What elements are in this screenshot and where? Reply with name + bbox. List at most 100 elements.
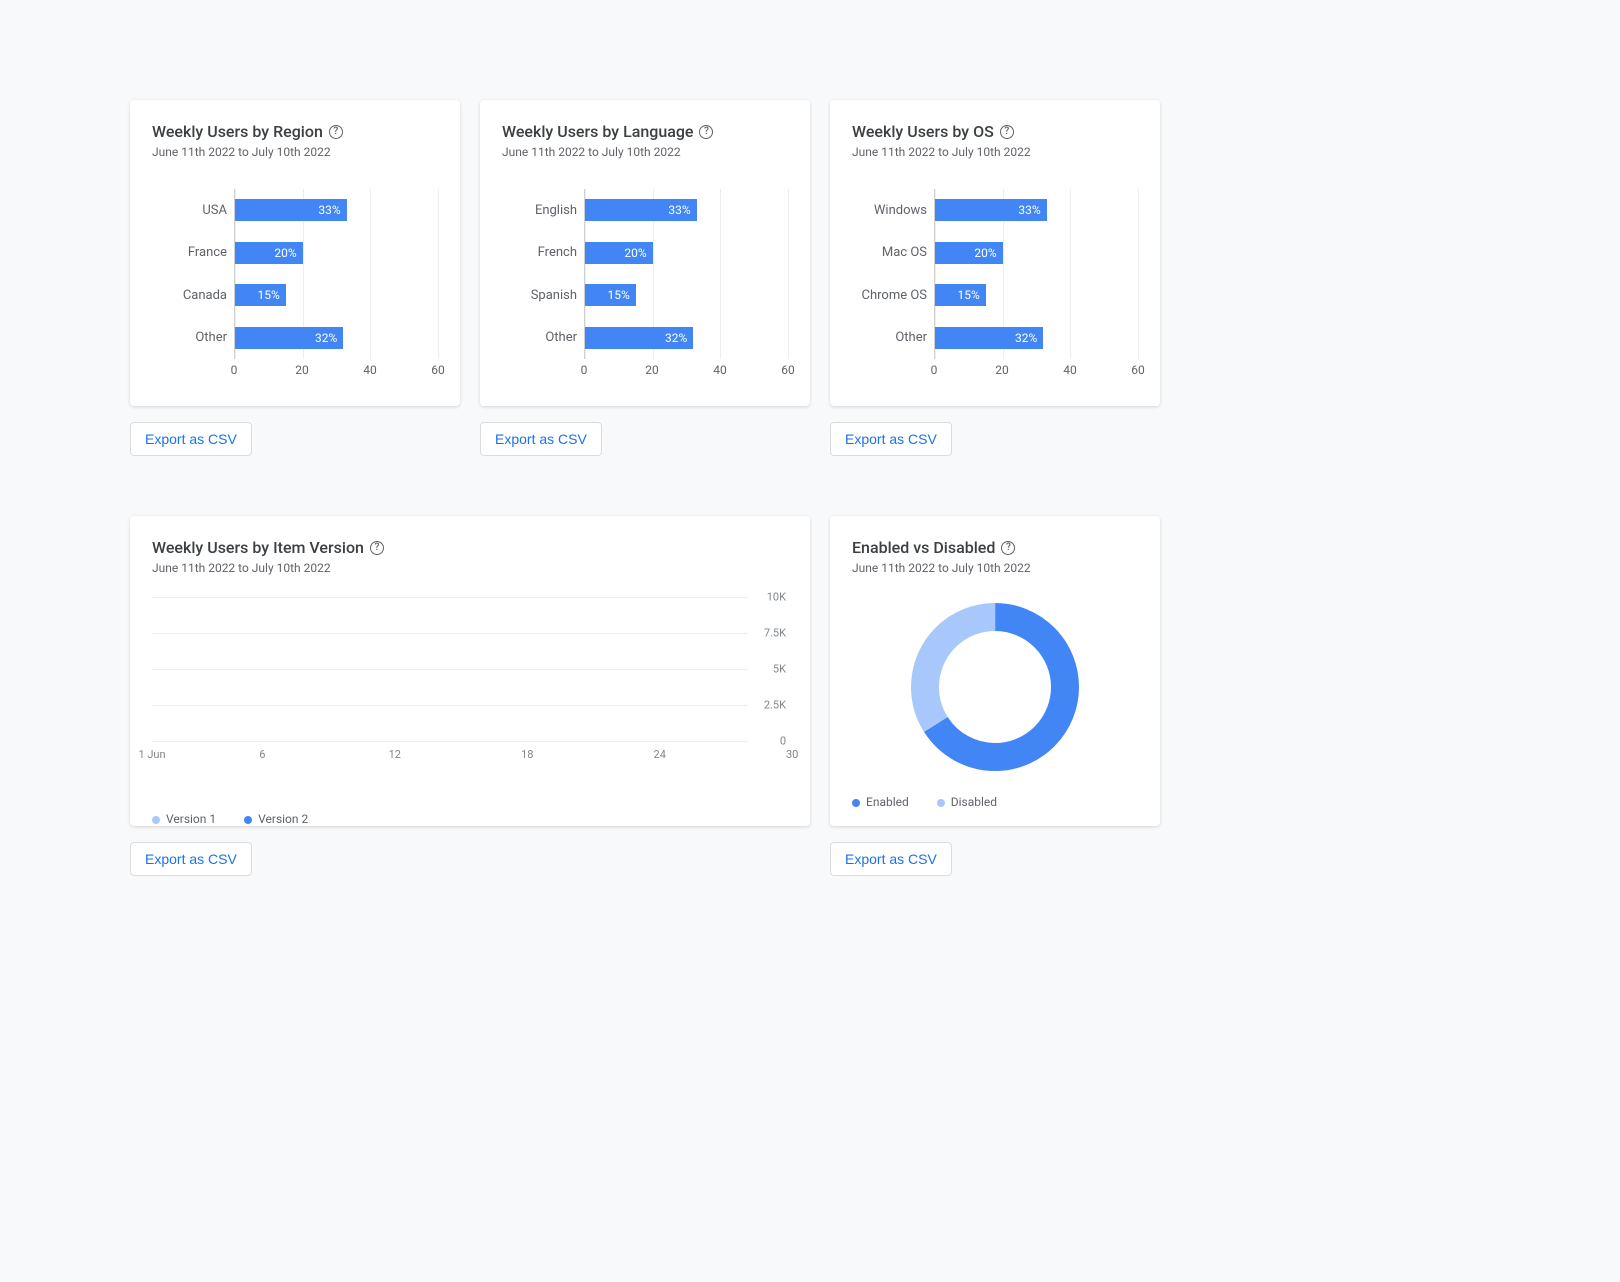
axis-tick: 60 (781, 363, 795, 377)
bar: 15% (585, 284, 636, 306)
axis-tick: 20 (295, 363, 309, 377)
axis-tick: 24 (654, 748, 666, 761)
legend-item: Version 2 (244, 812, 308, 826)
help-icon[interactable]: ? (1000, 125, 1014, 139)
axis-tick: 0 (581, 363, 588, 377)
enabled-card: Enabled vs Disabled ? June 11th 2022 to … (830, 516, 1160, 826)
category-label: English (503, 203, 577, 218)
help-icon[interactable]: ? (699, 125, 713, 139)
axis-tick: 12 (389, 748, 401, 761)
enabled-legend: Enabled Disabled (852, 795, 1138, 809)
axis-tick: 60 (1131, 363, 1145, 377)
region-chart: USA33%France20%Canada15%Other32% 0204060 (152, 189, 438, 389)
axis-tick: 40 (363, 363, 377, 377)
bar: 20% (235, 242, 303, 264)
category-label: Other (153, 330, 227, 345)
axis-tick: 40 (1063, 363, 1077, 377)
export-csv-button[interactable]: Export as CSV (480, 422, 602, 456)
language-column: Weekly Users by Language ? June 11th 202… (480, 100, 810, 456)
bar: 15% (935, 284, 986, 306)
language-title-text: Weekly Users by Language (502, 122, 693, 141)
dot-icon (852, 799, 860, 807)
axis-tick: 7.5K (764, 627, 786, 640)
language-card: Weekly Users by Language ? June 11th 202… (480, 100, 810, 406)
dot-icon (152, 816, 160, 824)
axis-tick: 40 (713, 363, 727, 377)
dot-icon (244, 816, 252, 824)
axis-tick: 6 (259, 748, 265, 761)
version-card-title: Weekly Users by Item Version ? (152, 538, 788, 557)
region-column: Weekly Users by Region ? June 11th 2022 … (130, 100, 460, 456)
language-chart: English 33% French 20% Spanish 15% Other 32% 0 2… (502, 189, 788, 389)
export-csv-button[interactable]: Export as CSV (130, 842, 252, 876)
legend-label: Enabled (866, 795, 909, 809)
version-title-text: Weekly Users by Item Version (152, 538, 364, 557)
axis-tick: 0 (231, 363, 238, 377)
axis-tick: 1 Jun (138, 748, 165, 761)
axis-tick: 5K (773, 663, 786, 676)
axis-tick: 20 (645, 363, 659, 377)
axis-tick: 10K (767, 591, 786, 604)
os-chart: Windows33%Mac OS20%Chrome OS15%Other32% … (852, 189, 1138, 389)
region-card: Weekly Users by Region ? June 11th 2022 … (130, 100, 460, 406)
help-icon[interactable]: ? (1001, 541, 1015, 555)
export-csv-button[interactable]: Export as CSV (830, 422, 952, 456)
bar: 33% (585, 199, 697, 221)
region-date-range: June 11th 2022 to July 10th 2022 (152, 145, 438, 159)
bar: 20% (585, 242, 653, 264)
os-card: Weekly Users by OS ? June 11th 2022 to J… (830, 100, 1160, 406)
os-title-text: Weekly Users by OS (852, 122, 994, 141)
help-icon[interactable]: ? (370, 541, 384, 555)
region-title-text: Weekly Users by Region (152, 122, 323, 141)
category-label: Chrome OS (853, 288, 927, 303)
top-row: Weekly Users by Region ? June 11th 2022 … (130, 100, 1490, 456)
export-csv-button[interactable]: Export as CSV (830, 842, 952, 876)
os-column: Weekly Users by OS ? June 11th 2022 to J… (830, 100, 1160, 456)
legend-item: Enabled (852, 795, 909, 809)
legend-label: Version 2 (258, 812, 308, 826)
donut-chart (852, 597, 1138, 777)
category-label: Canada (153, 288, 227, 303)
axis-tick: 2.5K (764, 699, 786, 712)
category-label: Other (853, 330, 927, 345)
help-icon[interactable]: ? (329, 125, 343, 139)
axis-tick: 60 (431, 363, 445, 377)
bar: 32% (935, 327, 1043, 349)
enabled-date-range: June 11th 2022 to July 10th 2022 (852, 561, 1138, 575)
category-label: Mac OS (853, 245, 927, 260)
category-label: France (153, 245, 227, 260)
bar: 32% (585, 327, 693, 349)
category-label: French (503, 245, 577, 260)
legend-item: Version 1 (152, 812, 216, 826)
axis-tick: 0 (780, 735, 786, 748)
category-label: Other (503, 330, 577, 345)
export-csv-button[interactable]: Export as CSV (130, 422, 252, 456)
language-card-title: Weekly Users by Language ? (502, 122, 788, 141)
axis-tick: 18 (521, 748, 533, 761)
bar: 20% (935, 242, 1003, 264)
version-card: Weekly Users by Item Version ? June 11th… (130, 516, 810, 826)
category-label: Windows (853, 203, 927, 218)
bar: 32% (235, 327, 343, 349)
bar: 15% (235, 284, 286, 306)
axis-tick: 30 (786, 748, 798, 761)
bottom-row: Weekly Users by Item Version ? June 11th… (130, 516, 1490, 876)
version-legend: Version 1 Version 2 (152, 812, 788, 826)
bar: 33% (235, 199, 347, 221)
version-xaxis: 1 Jun612182430 (152, 748, 748, 762)
os-date-range: June 11th 2022 to July 10th 2022 (852, 145, 1138, 159)
enabled-title-text: Enabled vs Disabled (852, 538, 995, 557)
language-date-range: June 11th 2022 to July 10th 2022 (502, 145, 788, 159)
category-label: Spanish (503, 288, 577, 303)
axis-tick: 20 (995, 363, 1009, 377)
os-card-title: Weekly Users by OS ? (852, 122, 1138, 141)
enabled-card-title: Enabled vs Disabled ? (852, 538, 1138, 557)
axis-tick: 0 (931, 363, 938, 377)
category-label: USA (153, 203, 227, 218)
version-date-range: June 11th 2022 to July 10th 2022 (152, 561, 788, 575)
version-column: Weekly Users by Item Version ? June 11th… (130, 516, 810, 876)
legend-label: Disabled (951, 795, 997, 809)
legend-label: Version 1 (166, 812, 216, 826)
legend-item: Disabled (937, 795, 997, 809)
dot-icon (937, 799, 945, 807)
